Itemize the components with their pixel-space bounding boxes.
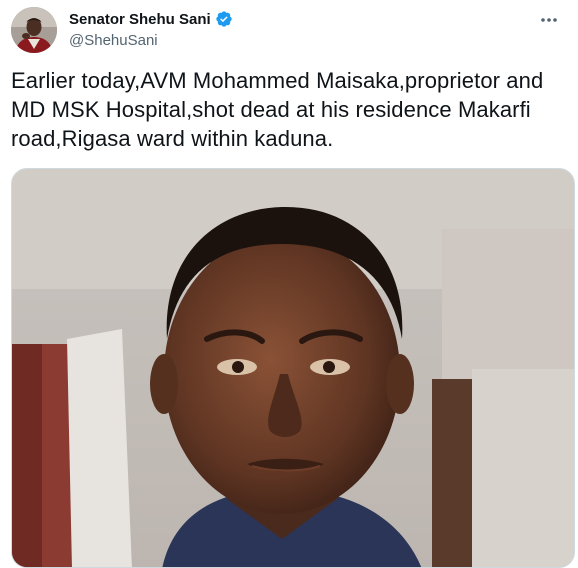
tweet-card: Senator Shehu Sani @ShehuSani Earlier to…	[0, 0, 578, 568]
portrait-photo	[12, 169, 574, 567]
author-handle[interactable]: @ShehuSani	[69, 32, 233, 49]
verified-badge-icon	[215, 10, 233, 28]
tweet-photo[interactable]	[11, 168, 575, 568]
tweet-text: Earlier today,AVM Mohammed Maisaka,propr…	[11, 68, 544, 151]
avatar-image	[11, 7, 57, 53]
avatar[interactable]	[11, 7, 57, 53]
display-name[interactable]: Senator Shehu Sani	[69, 11, 211, 28]
display-name-row: Senator Shehu Sani	[69, 8, 233, 30]
more-options-icon[interactable]	[538, 10, 560, 30]
author-block: Senator Shehu Sani @ShehuSani	[69, 8, 233, 49]
